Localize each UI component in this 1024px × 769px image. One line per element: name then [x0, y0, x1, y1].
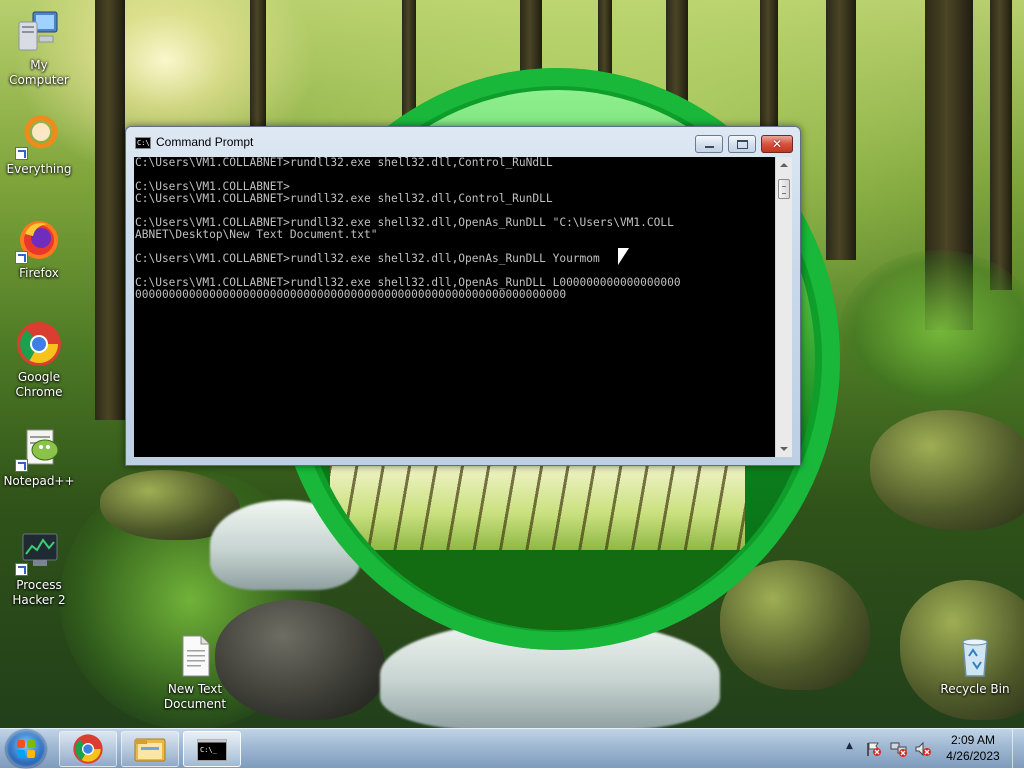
desktop-icon-notepadpp[interactable]: Notepad++	[0, 424, 78, 489]
desktop-icon-new-text-document[interactable]: New Text Document	[156, 632, 234, 712]
taskbar: C:\_ ▲ 2:09 AM 4/26/2023	[0, 728, 1024, 769]
taskbar-explorer-button[interactable]	[121, 731, 179, 767]
chrome-icon	[15, 320, 63, 368]
command-prompt-icon: C:\	[135, 137, 151, 149]
desktop-icon-my-computer[interactable]: My Computer	[0, 8, 78, 88]
desktop-icon-firefox[interactable]: Firefox	[0, 216, 78, 281]
computer-icon	[15, 8, 63, 56]
close-button[interactable]: ✕	[761, 135, 793, 153]
command-prompt-icon: C:\_	[197, 739, 227, 761]
mouse-pointer-icon	[618, 248, 629, 265]
circle-bottom-band	[300, 550, 815, 630]
volume-muted-icon[interactable]	[914, 741, 932, 757]
tree-trunk	[990, 0, 1012, 290]
mossy-rock	[870, 410, 1024, 530]
maximize-button[interactable]	[728, 135, 756, 153]
icon-label: Everything	[6, 162, 72, 176]
scroll-up-arrow-icon[interactable]	[776, 157, 792, 173]
everything-search-icon	[15, 112, 63, 160]
fern-foliage	[840, 250, 1024, 410]
desktop-icon-chrome[interactable]: Google Chrome	[0, 320, 78, 400]
desktop-icon-process-hacker[interactable]: Process Hacker 2	[0, 528, 78, 608]
minimize-button[interactable]	[695, 135, 723, 153]
text-document-icon	[171, 632, 219, 680]
system-tray: ▲	[840, 729, 935, 769]
network-icon[interactable]	[890, 741, 908, 757]
tree-trunk	[598, 0, 612, 80]
circle-forest-photo	[330, 460, 745, 550]
taskbar-clock[interactable]: 2:09 AM 4/26/2023	[938, 732, 1008, 764]
svg-text:C:\_: C:\_	[200, 746, 218, 754]
close-icon: ✕	[771, 137, 783, 151]
windows-logo-icon	[17, 740, 35, 758]
console-text: C:\Users\VM1.COLLABNET>rundll32.exe shel…	[135, 157, 681, 301]
icon-label: Notepad++	[3, 474, 75, 488]
tray-expand-arrow-icon[interactable]: ▲	[846, 741, 853, 751]
start-button[interactable]	[6, 730, 46, 768]
firefox-icon	[15, 216, 63, 264]
icon-label: My Computer	[9, 58, 69, 87]
file-explorer-icon	[134, 738, 166, 762]
action-center-flag-icon[interactable]	[866, 741, 882, 757]
window-title: Command Prompt	[156, 135, 254, 149]
tree-trunk	[95, 0, 125, 420]
show-desktop-button[interactable]	[1012, 729, 1024, 769]
shortcut-arrow-icon	[15, 251, 28, 264]
scrollbar-thumb[interactable]	[778, 179, 790, 199]
scroll-down-arrow-icon[interactable]	[776, 441, 792, 457]
notepadpp-icon	[15, 424, 63, 472]
vertical-scrollbar[interactable]	[775, 157, 792, 457]
desktop-icon-everything[interactable]: Everything	[0, 112, 78, 177]
icon-label: Firefox	[19, 266, 59, 280]
console-output-area[interactable]: C:\Users\VM1.COLLABNET>rundll32.exe shel…	[134, 157, 775, 457]
window-title-bar[interactable]: C:\ Command Prompt ✕	[126, 127, 800, 157]
icon-label: Process Hacker 2	[12, 578, 66, 607]
recycle-bin-icon	[951, 632, 999, 680]
desktop-icon-recycle-bin[interactable]: Recycle Bin	[936, 632, 1014, 697]
taskbar-chrome-button[interactable]	[59, 731, 117, 767]
taskbar-command-prompt-button[interactable]: C:\_	[183, 731, 241, 767]
clock-date: 4/26/2023	[946, 749, 1000, 763]
icon-label: Recycle Bin	[940, 682, 1010, 696]
shortcut-arrow-icon	[15, 147, 28, 160]
process-hacker-icon	[15, 528, 63, 576]
tree-trunk	[826, 0, 856, 260]
icon-label: New Text Document	[163, 682, 227, 711]
chrome-icon	[73, 734, 103, 764]
shortcut-arrow-icon	[15, 459, 28, 472]
clock-time: 2:09 AM	[950, 733, 996, 747]
command-prompt-window[interactable]: C:\ Command Prompt ✕ C:\Users\VM1.COLLAB…	[125, 126, 801, 466]
shortcut-arrow-icon	[15, 563, 28, 576]
icon-label: Google Chrome	[15, 370, 63, 399]
